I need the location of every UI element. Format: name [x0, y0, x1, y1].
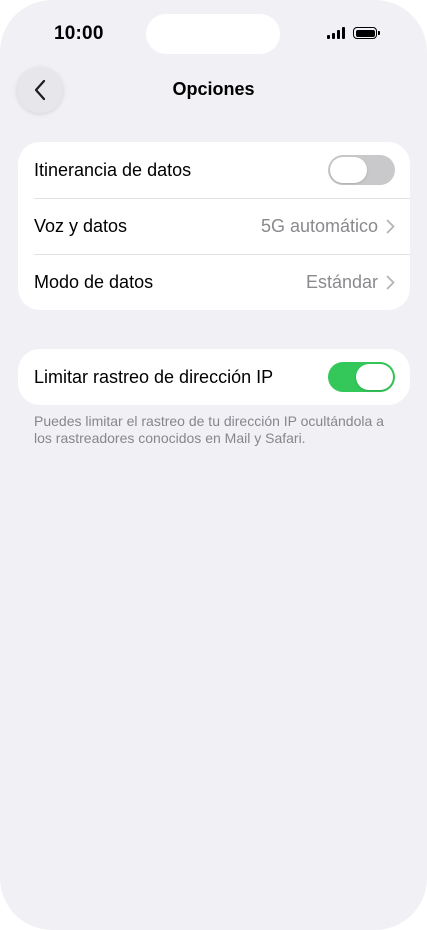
data-mode-label: Modo de datos: [34, 271, 154, 292]
toggle-knob: [330, 157, 367, 183]
row-data-roaming: Itinerancia de datos: [18, 142, 410, 198]
status-time: 10:00: [54, 23, 104, 44]
dynamic-island: [146, 14, 280, 54]
data-roaming-toggle[interactable]: [328, 155, 395, 185]
chevron-right-icon: [386, 275, 395, 290]
voice-data-value: 5G automático: [260, 215, 378, 236]
limit-ip-tracking-label: Limitar rastreo de dirección IP: [34, 366, 274, 387]
phone-screen: 10:00 Opciones Itinerancia de datos Voz …: [0, 0, 427, 930]
toggle-knob: [356, 364, 393, 390]
status-icons: [327, 27, 380, 39]
chevron-right-icon: [386, 219, 395, 234]
row-voice-data[interactable]: Voz y datos 5G automático: [18, 198, 410, 254]
cellular-signal-icon: [327, 27, 345, 39]
data-roaming-label: Itinerancia de datos: [34, 159, 192, 180]
cellular-options-group: Itinerancia de datos Voz y datos 5G auto…: [18, 142, 410, 310]
voice-data-label: Voz y datos: [34, 215, 128, 236]
limit-ip-tracking-toggle[interactable]: [328, 362, 395, 392]
data-mode-value: Estándar: [305, 271, 378, 292]
battery-icon: [353, 27, 380, 39]
row-data-mode[interactable]: Modo de datos Estándar: [18, 254, 410, 310]
privacy-options-group: Limitar rastreo de dirección IP: [18, 349, 410, 405]
limit-ip-tracking-footer: Puedes limitar el rastreo de tu direcció…: [34, 413, 384, 446]
row-limit-ip-tracking: Limitar rastreo de dirección IP: [18, 349, 410, 405]
battery-fill: [355, 29, 375, 37]
page-title: Opciones: [172, 79, 255, 99]
